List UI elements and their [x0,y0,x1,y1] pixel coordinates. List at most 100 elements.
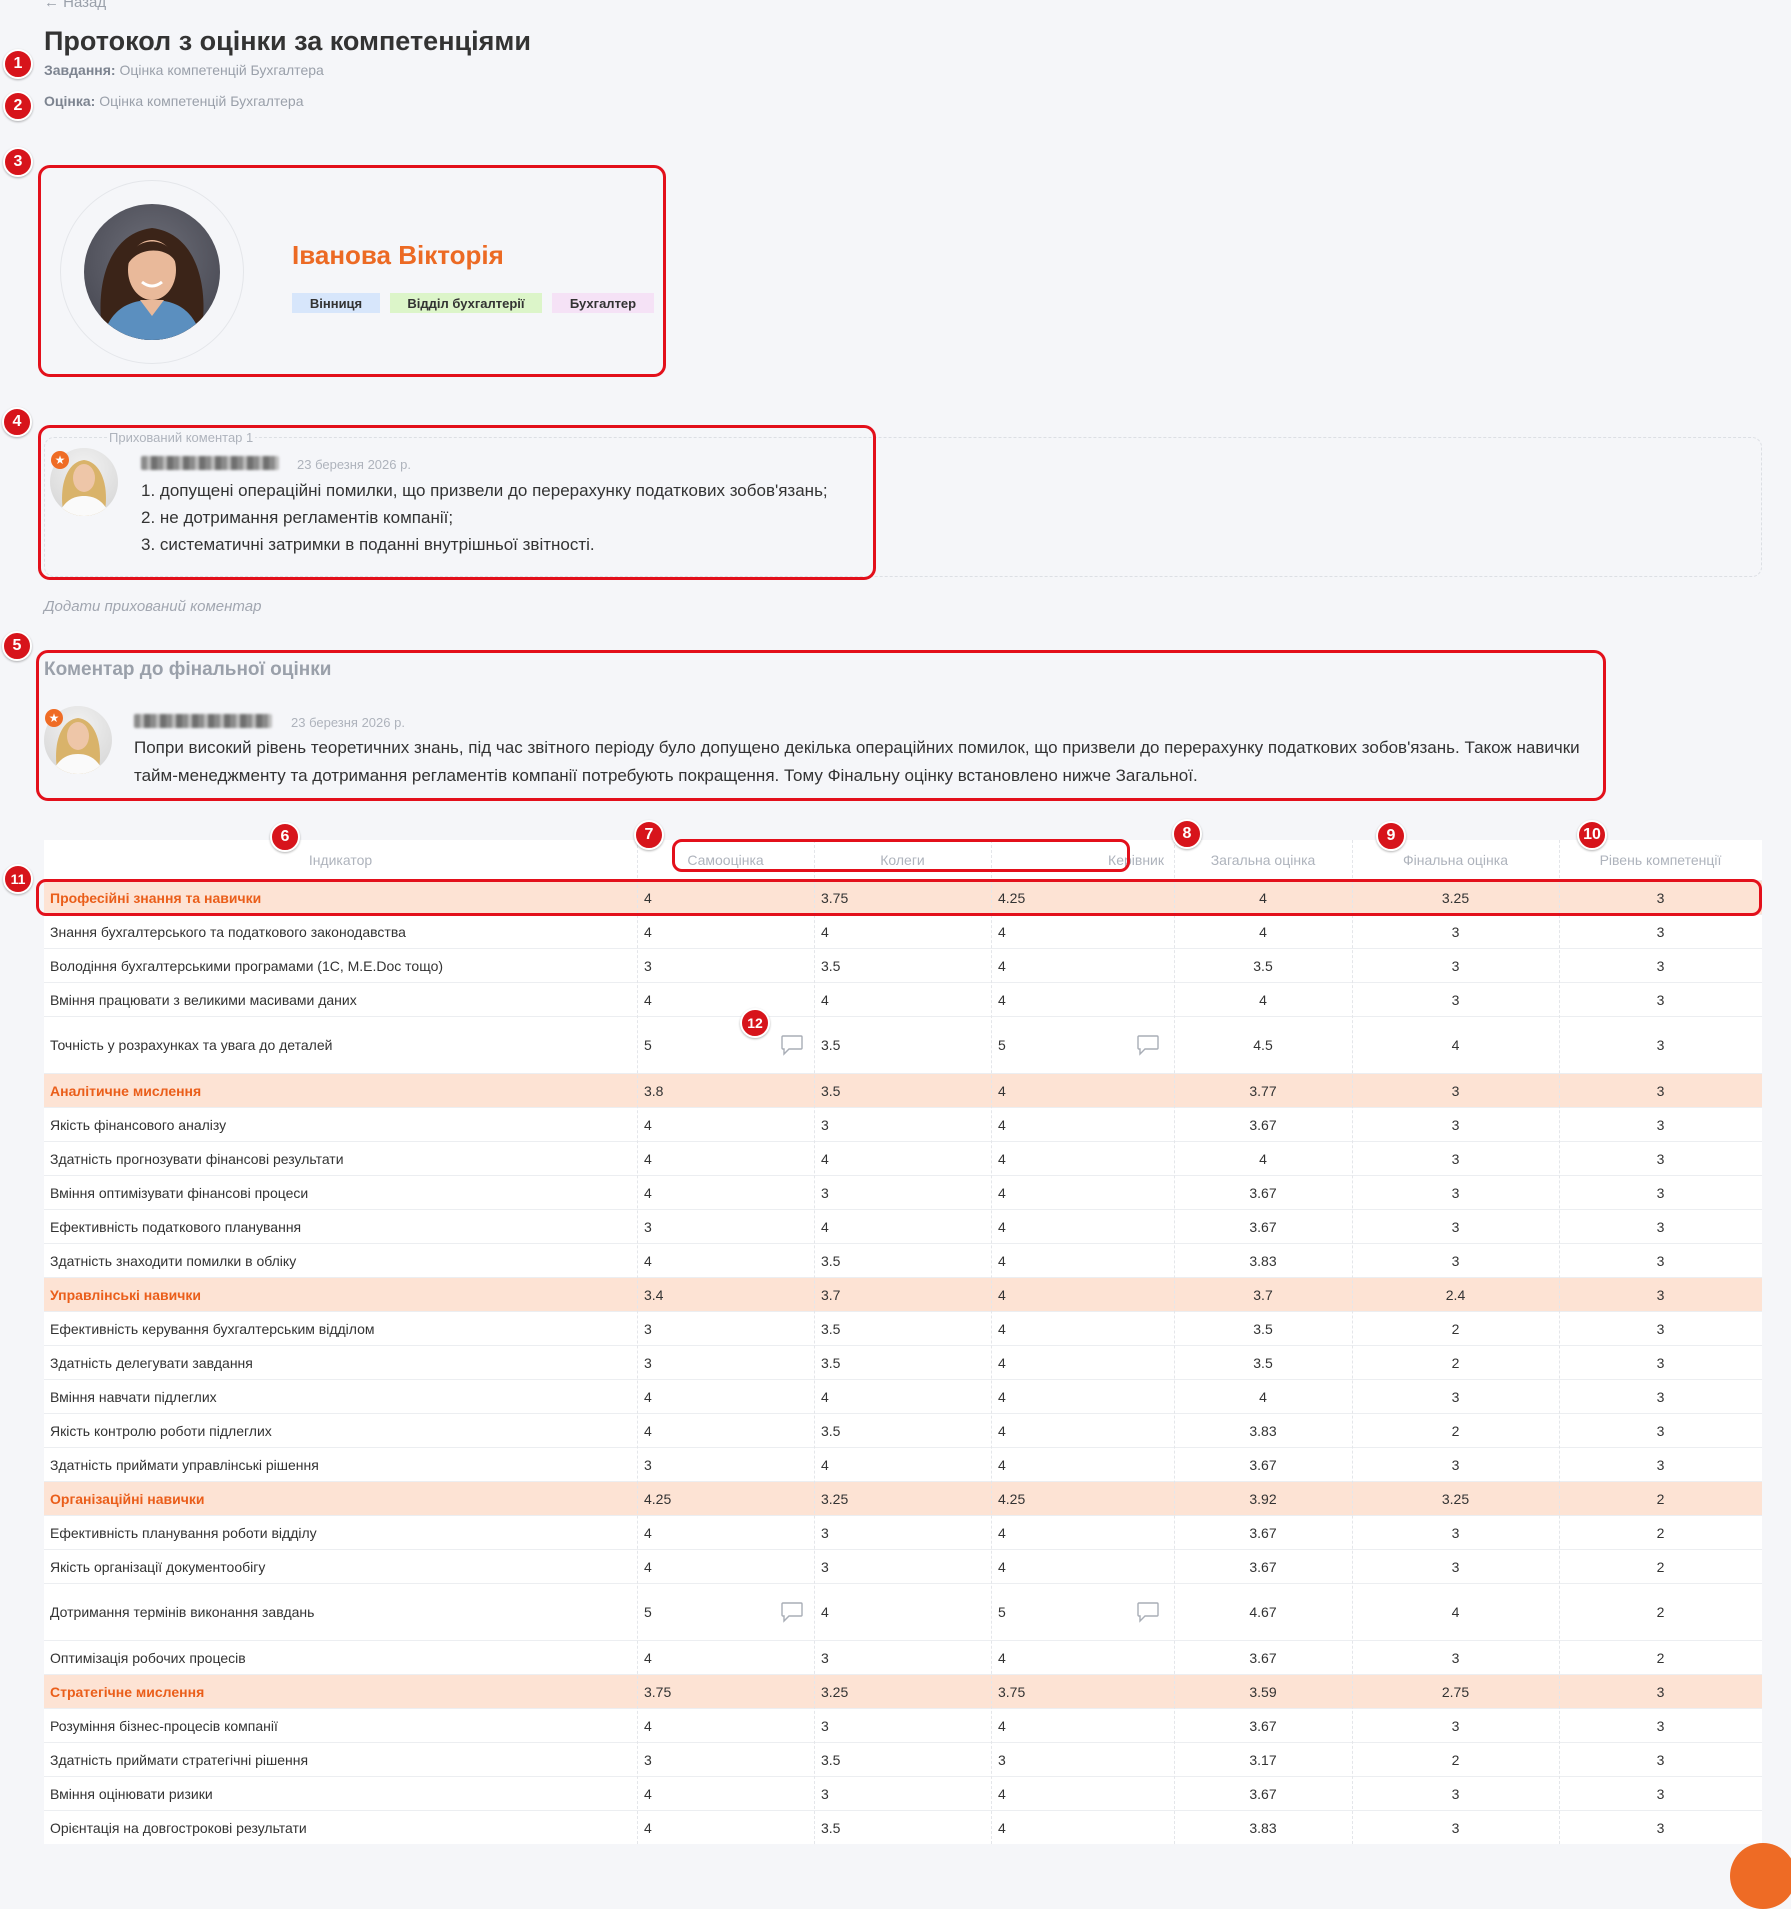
overall-score-cell: 3.67 [1249,1218,1277,1235]
colleagues-score-cell: 3.5 [821,1252,841,1269]
overall-score-cell: 3.67 [1249,1717,1277,1734]
self-score-cell: 5 [644,1604,652,1620]
manager-score-cell: 4 [998,1286,1006,1303]
level-score-cell: 3 [1656,1717,1665,1734]
table-row: Знання бухгалтерського та податкового за… [44,914,1762,948]
overall-score-cell: 3.67 [1249,1785,1277,1802]
level-score-cell: 3 [1656,1785,1665,1802]
overall-score-cell: 3.83 [1249,1819,1277,1836]
colleagues-score-cell: 4 [821,1218,829,1235]
comment-date: 23 березня 2026 р. [297,457,411,472]
table-body: Професійні знання та навички 4 3.75 4.25 4 3.… [44,880,1762,1844]
manager-score-cell: 5 [998,1037,1006,1053]
colleagues-score-cell: 3 [821,1184,829,1201]
comment-date: 23 березня 2026 р. [291,715,405,730]
colleagues-score-cell: 3.5 [821,1037,841,1053]
overall-score-cell: 3.92 [1249,1490,1277,1507]
self-score-cell: 4 [644,1524,652,1541]
final-score-cell: 2.75 [1441,1683,1470,1700]
self-score-cell: 4 [644,991,652,1008]
table-row: Ефективність планування роботи відділу 4 3… [44,1515,1762,1549]
self-score-cell: 3.4 [644,1286,664,1303]
level-score-cell: 3 [1656,1422,1665,1439]
manager-score-cell: 3.75 [998,1683,1026,1700]
colleagues-score-cell: 3.5 [821,1082,841,1099]
competency-table: Індикатор Самооцінка Колеги Керівник Заг… [44,840,1762,1844]
final-score-cell: 3 [1451,1456,1460,1473]
colleagues-score-cell: 4 [821,1150,829,1167]
table-row: Вміння працювати з великими масивами дан… [44,982,1762,1016]
overall-score-cell: 3.5 [1253,1354,1273,1371]
indicator-cell: Вміння працювати з великими масивами дан… [50,991,357,1008]
self-score-cell: 4 [644,1717,652,1734]
final-score-cell: 3 [1451,1116,1460,1133]
floating-action-button[interactable] [1730,1843,1791,1909]
table-row: Орієнтація на довгострокові результати 4 3… [44,1810,1762,1844]
final-score-cell: 3 [1451,991,1460,1008]
category-row: Стратегічне мислення 3.75 3.25 3.75 3.59 2.75… [44,1674,1762,1708]
hidden-comment-line: 2. не дотримання регламентів компанії; [141,508,454,527]
manager-score-cell: 4 [998,1524,1006,1541]
overall-score-cell: 3.17 [1249,1751,1277,1768]
manager-score-cell: 4.25 [998,1490,1026,1507]
marker-1: 1 [3,49,33,79]
final-score-cell: 3 [1451,1785,1460,1802]
final-score-cell: 3 [1451,1819,1460,1836]
highlight-frame-rater-columns [672,839,1130,872]
indicator-cell: Якість організації документообігу [50,1558,266,1575]
star-badge-icon: ★ [51,451,69,469]
task-info: Завдання: Оцінка компетенцій Бухгалтера [44,62,324,78]
level-score-cell: 3 [1656,1037,1665,1053]
overall-score-cell: 3.7 [1253,1286,1273,1303]
marker-10: 10 [1577,820,1607,850]
position-tag: Бухгалтер [552,293,654,313]
add-hidden-comment-link[interactable]: Додати прихований коментар [44,598,261,615]
self-score-cell: 3 [644,957,652,974]
final-comment-text: Попри високий рівень теоретичних знань, … [134,738,1580,785]
colleagues-score-cell: 3.5 [821,957,841,974]
manager-score-cell: 4 [998,923,1006,940]
level-score-cell: 2 [1656,1649,1665,1666]
level-score-cell: 3 [1656,1819,1665,1836]
indicator-cell: Знання бухгалтерського та податкового за… [50,923,406,940]
self-score-cell: 4.25 [644,1490,672,1507]
comment-bubble-icon[interactable] [1136,1034,1160,1061]
overall-score-cell: 3.67 [1249,1649,1277,1666]
comment-bubble-icon[interactable] [780,1034,804,1061]
manager-score-cell: 4 [998,1649,1006,1666]
manager-score-cell: 4 [998,1785,1006,1802]
back-link[interactable]: ← Назад [44,0,106,11]
self-score-cell: 4 [644,923,652,940]
overall-score-cell: 4.5 [1253,1037,1273,1053]
manager-score-cell: 4 [998,1116,1006,1133]
arrow-left-icon: ← [44,0,64,11]
marker-9: 9 [1376,821,1406,851]
header-overall: Загальна оцінка [1210,852,1316,868]
colleagues-score-cell: 3 [821,1116,829,1133]
colleagues-score-cell: 4 [821,1456,829,1473]
table-row: Якість контролю роботи підлеглих 4 3.5 4 3.8… [44,1413,1762,1447]
table-row: Здатність делегувати завдання 3 3.5 4 3.5 2 3 [44,1345,1762,1379]
overall-score-cell: 4.67 [1249,1604,1277,1620]
indicator-cell: Організаційні навички [50,1490,205,1507]
final-score-cell: 2 [1451,1422,1460,1439]
comment-bubble-icon[interactable] [1136,1601,1160,1628]
indicator-cell: Здатність приймати управлінські рішення [50,1456,319,1473]
colleagues-score-cell: 4 [821,1388,829,1405]
manager-score-cell: 5 [998,1604,1006,1620]
comment-bubble-icon[interactable] [780,1601,804,1628]
marker-12: 12 [740,1008,770,1038]
colleagues-score-cell: 3.5 [821,1751,841,1768]
hidden-comment-line: 1. допущені операційні помилки, що призв… [141,481,828,500]
final-score-cell: 2 [1451,1751,1460,1768]
overall-score-cell: 3.67 [1249,1558,1277,1575]
self-score-cell: 4 [644,1388,652,1405]
level-score-cell: 3 [1656,1150,1665,1167]
overall-score-cell: 3.5 [1253,957,1273,974]
level-score-cell: 2 [1656,1490,1665,1507]
indicator-cell: Ефективність планування роботи відділу [50,1524,317,1541]
final-score-cell: 3 [1451,957,1460,974]
department-tag: Відділ бухгалтерії [390,293,542,313]
table-row: Точність у розрахунках та увага до детал… [44,1016,1762,1073]
indicator-cell: Якість контролю роботи підлеглих [50,1422,272,1439]
